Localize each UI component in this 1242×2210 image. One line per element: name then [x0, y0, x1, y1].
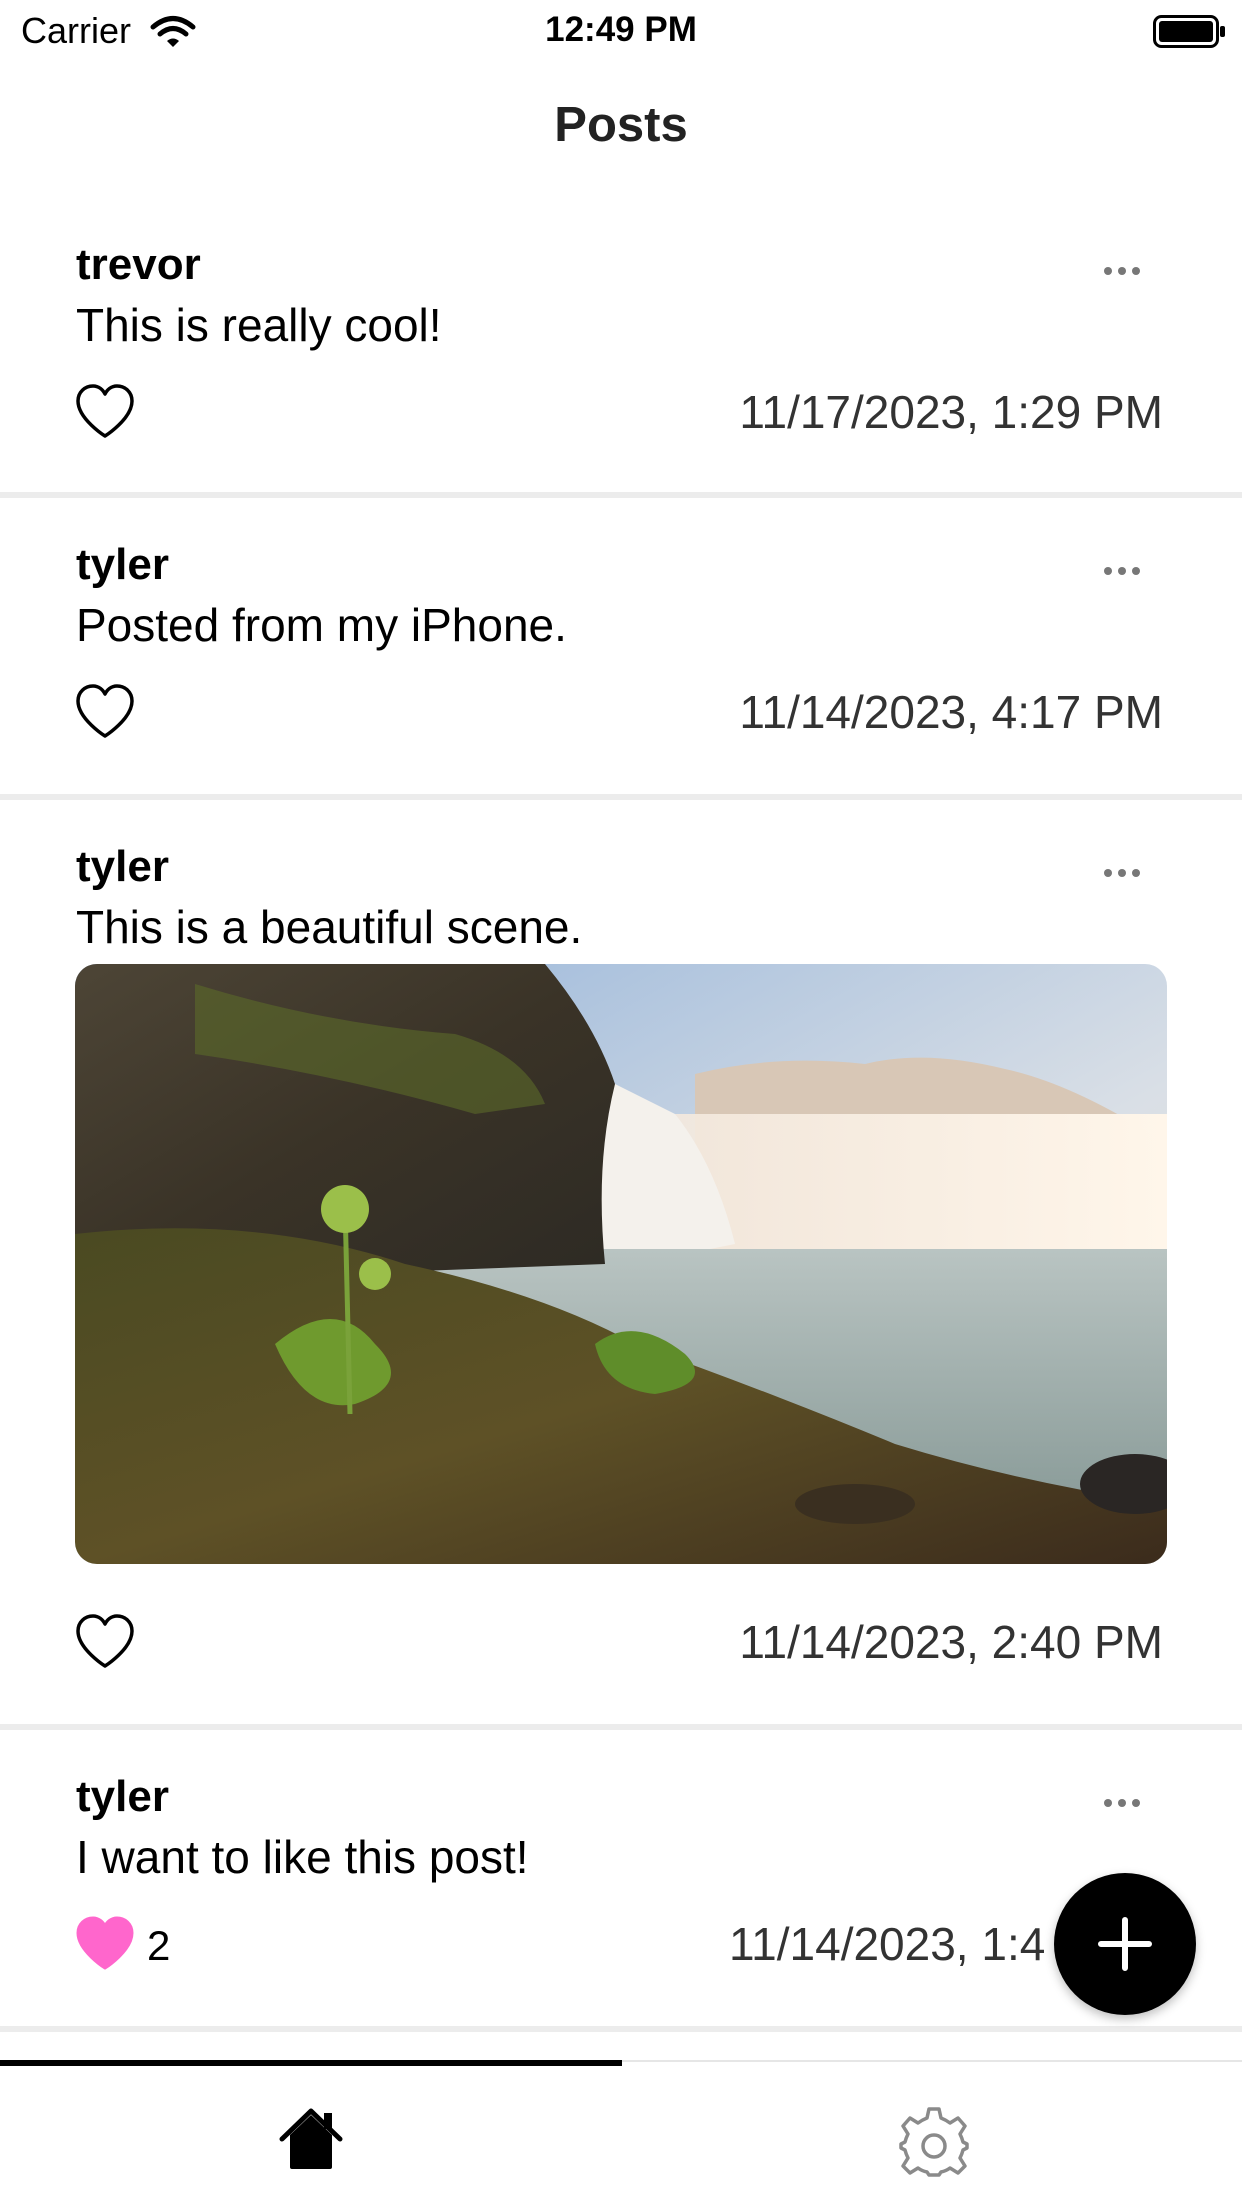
add-post-button[interactable] [1054, 1873, 1196, 2015]
posts-feed[interactable]: trevor This is really cool! 11/17/2023, … [0, 210, 1242, 2032]
plus-icon [1098, 1917, 1152, 1971]
post-text: Posted from my iPhone. [76, 599, 567, 651]
more-options-icon[interactable] [1104, 262, 1148, 275]
post-card[interactable]: tyler This is a beautiful scene. 11/14/2… [0, 800, 1242, 1730]
gear-icon [899, 2107, 969, 2177]
post-image[interactable] [75, 964, 1167, 1564]
like-heart-icon[interactable] [74, 382, 136, 440]
post-timestamp: 11/14/2023, 4:17 PM [739, 686, 1163, 738]
tab-home[interactable] [0, 2062, 621, 2210]
status-bar: Carrier 12:49 PM [0, 0, 1242, 64]
more-options-icon[interactable] [1104, 1794, 1148, 1807]
more-options-icon[interactable] [1104, 864, 1148, 877]
post-timestamp: 11/14/2023, 1:4 [729, 1918, 1046, 1970]
more-options-icon[interactable] [1104, 562, 1148, 575]
post-author[interactable]: tyler [76, 842, 169, 892]
home-icon [279, 2108, 343, 2169]
battery-icon [1153, 15, 1225, 48]
tab-bar [0, 2060, 1242, 2210]
post-text: This is really cool! [76, 299, 442, 351]
post-author[interactable]: tyler [76, 540, 169, 590]
post-timestamp: 11/17/2023, 1:29 PM [739, 386, 1163, 438]
like-count: 2 [147, 1922, 171, 1969]
post-timestamp: 11/14/2023, 2:40 PM [739, 1616, 1163, 1668]
like-heart-icon[interactable] [74, 682, 136, 740]
liked-heart-icon[interactable] [74, 1914, 136, 1972]
post-card[interactable]: tyler Posted from my iPhone. 11/14/2023,… [0, 498, 1242, 800]
post-author[interactable]: tyler [76, 1772, 169, 1822]
post-text: This is a beautiful scene. [76, 901, 583, 953]
like-heart-icon[interactable] [74, 1612, 136, 1670]
page-title: Posts [554, 98, 688, 152]
status-time: 12:49 PM [545, 10, 697, 49]
post-author[interactable]: trevor [76, 240, 201, 290]
post-text: I want to like this post! [76, 1831, 529, 1883]
tab-settings[interactable] [621, 2062, 1242, 2210]
post-card[interactable]: trevor This is really cool! 11/17/2023, … [0, 210, 1242, 498]
post-card[interactable]: tyler I want to like this post! 2 11/14/… [0, 1730, 1242, 2032]
